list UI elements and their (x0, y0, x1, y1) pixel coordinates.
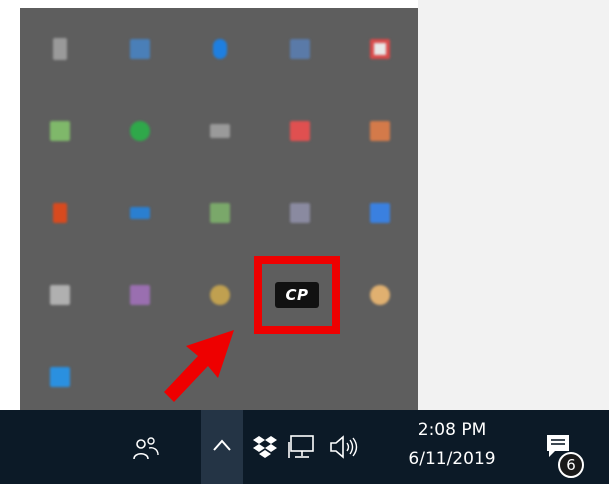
red-arrow-pointer (164, 330, 234, 402)
tray-icon-20[interactable] (340, 254, 420, 336)
generic-app-icon (210, 203, 230, 223)
cp-label: CP (285, 286, 309, 304)
tray-icon-10[interactable] (340, 90, 420, 172)
generic-app-icon (370, 39, 390, 59)
tray-icon-7[interactable] (100, 90, 180, 172)
generic-app-icon (130, 39, 150, 59)
generic-app-icon (50, 367, 70, 387)
tray-icon-9[interactable] (260, 90, 340, 172)
bluetooth-icon (213, 39, 227, 59)
network-icon[interactable] (284, 430, 318, 464)
generic-app-icon (50, 285, 70, 305)
highlight-box: CP (254, 256, 340, 334)
office-icon (53, 203, 67, 223)
clock[interactable]: 2:08 PM 6/11/2019 (392, 416, 512, 474)
generic-app-icon (130, 121, 150, 141)
tray-icon-8[interactable] (180, 90, 260, 172)
tray-icon-11[interactable] (20, 172, 100, 254)
cp-logo-icon: CP (275, 282, 319, 308)
clock-time: 2:08 PM (417, 420, 487, 440)
clock-date: 6/11/2019 (408, 449, 496, 469)
generic-app-icon (370, 121, 390, 141)
notification-count-badge: 6 (558, 452, 584, 478)
network-icon-glyph (288, 435, 314, 458)
generic-app-icon (370, 285, 390, 305)
show-hidden-icons-button[interactable] (201, 410, 243, 484)
tray-icon-2[interactable] (100, 8, 180, 90)
tray-icon-6[interactable] (20, 90, 100, 172)
tray-icon-15[interactable] (340, 172, 420, 254)
generic-app-icon (290, 39, 310, 59)
speaker-icon (330, 435, 358, 459)
generic-app-icon (370, 203, 390, 223)
tray-icon-16[interactable] (20, 254, 100, 336)
tray-icon-21[interactable] (20, 336, 100, 418)
generic-app-icon (290, 121, 310, 141)
generic-app-icon (130, 285, 150, 305)
people-icon-glyph (133, 437, 159, 460)
generic-app-icon (50, 121, 70, 141)
generic-app-icon (290, 203, 310, 223)
taskbar: 2:08 PM 6/11/2019 (0, 410, 609, 484)
tray-icon-14[interactable] (260, 172, 340, 254)
tray-icon-12[interactable] (100, 172, 180, 254)
tray-icon-4[interactable] (260, 8, 340, 90)
tray-icon-3[interactable] (180, 8, 260, 90)
generic-app-icon (53, 38, 67, 60)
people-icon[interactable] (128, 428, 164, 468)
desktop-background (418, 0, 609, 410)
dropbox-icon[interactable] (250, 430, 280, 464)
tray-icon-1[interactable] (20, 8, 100, 90)
tray-icon-13[interactable] (180, 172, 260, 254)
chevron-up-icon (213, 439, 231, 451)
cp-tray-icon[interactable]: CP (254, 254, 340, 336)
generic-app-icon (210, 285, 230, 305)
generic-app-icon (210, 124, 230, 138)
volume-icon[interactable] (322, 430, 372, 464)
generic-app-icon (130, 207, 150, 219)
tray-icon-5[interactable] (340, 8, 420, 90)
dropbox-icon-glyph (253, 436, 277, 458)
